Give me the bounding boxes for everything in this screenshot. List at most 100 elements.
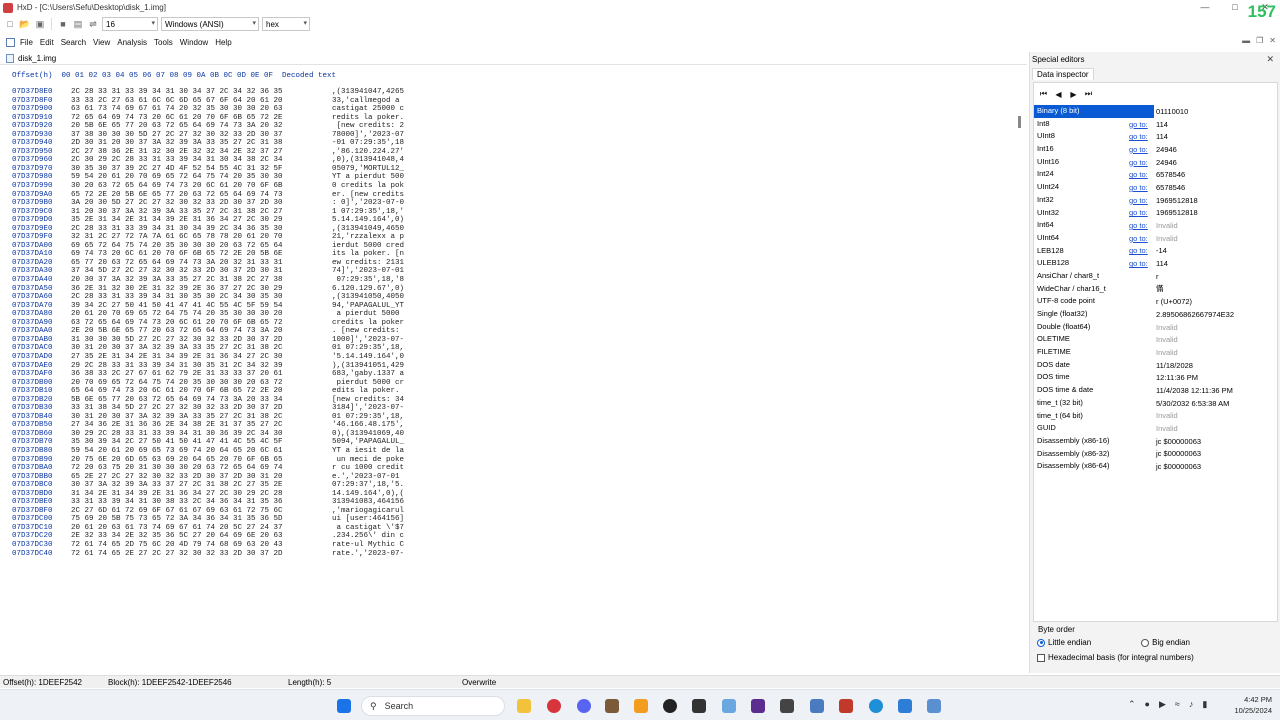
pages-icon[interactable]: ▤ [72, 18, 84, 30]
goto-link[interactable]: go to: [1129, 170, 1148, 179]
sublime-icon[interactable] [634, 699, 648, 713]
inspector-row[interactable]: time_t (64 bit) Invalid [1034, 410, 1277, 423]
save-icon[interactable]: ▣ [34, 18, 46, 30]
next-icon[interactable]: ▶ [1068, 90, 1079, 99]
inspector-row[interactable]: Int24 go to: 6578546 [1034, 168, 1277, 181]
menu-window[interactable]: Window [180, 38, 208, 47]
inspector-value[interactable]: 114 [1156, 132, 1168, 141]
inspector-value[interactable]: 6578546 [1156, 170, 1185, 179]
menu-tools[interactable]: Tools [154, 38, 173, 47]
goto-link[interactable]: go to: [1129, 208, 1148, 217]
inspector-row[interactable]: OLETIME Invalid [1034, 333, 1277, 346]
taskbar-search[interactable]: ⚲ Search [361, 696, 505, 716]
volume-icon[interactable]: ♪ [1189, 699, 1194, 710]
goto-link[interactable]: go to: [1129, 246, 1148, 255]
tab-disk-img[interactable]: disk_1.img [6, 53, 56, 63]
inspector-row[interactable]: Disassembly (x86-64) jc $00000063 [1034, 460, 1277, 473]
inspector-value[interactable]: 慲 [1156, 283, 1164, 294]
inspector-value[interactable]: 1969512818 [1156, 208, 1198, 217]
calculator-icon[interactable] [927, 699, 941, 713]
inspector-value[interactable]: 5/30/2032 6:53:38 AM [1156, 399, 1229, 408]
discord-icon[interactable] [577, 699, 591, 713]
hxd-taskbar-icon[interactable] [839, 699, 853, 713]
inspector-row[interactable]: DOS date 11/18/2028 [1034, 359, 1277, 372]
inspector-row[interactable]: AnsiChar / char8_t r [1034, 270, 1277, 283]
start-windows-icon[interactable] [337, 699, 351, 713]
inspector-value[interactable]: 11/4/2038 12:11:36 PM [1156, 386, 1233, 395]
minimize-button[interactable]: — [1190, 0, 1220, 15]
inspector-value[interactable]: Invalid [1156, 348, 1178, 357]
inspector-value[interactable]: 2.89506862667974E32 [1156, 310, 1234, 319]
microphone-icon[interactable]: ● [1145, 699, 1150, 710]
monitor-icon[interactable] [810, 699, 824, 713]
first-icon[interactable]: ⏮ [1038, 89, 1049, 99]
inspector-value[interactable]: r [1156, 272, 1159, 281]
file-explorer-icon[interactable] [517, 699, 531, 713]
image-viewer-icon[interactable] [722, 699, 736, 713]
inspector-value[interactable]: Invalid [1156, 424, 1178, 433]
inspector-row[interactable]: Disassembly (x86-16) jc $00000063 [1034, 435, 1277, 448]
inspector-value[interactable]: jc $00000063 [1156, 437, 1201, 446]
menu-search[interactable]: Search [61, 38, 86, 47]
inspector-row[interactable]: Disassembly (x86-32) jc $00000063 [1034, 448, 1277, 461]
inspector-value[interactable]: Invalid [1156, 323, 1178, 332]
inspector-value[interactable]: 24946 [1156, 145, 1177, 154]
game-icon[interactable] [605, 699, 619, 713]
inspector-row[interactable]: Int32 go to: 1969512818 [1034, 194, 1277, 207]
inspector-value[interactable]: 24946 [1156, 158, 1177, 167]
close-panel-icon[interactable]: ✕ [1266, 54, 1274, 65]
inspector-value[interactable]: r (U+0072) [1156, 297, 1192, 306]
inspector-value[interactable]: 01110010 [1156, 107, 1188, 116]
hex-editor-view[interactable]: Offset(h) 00 01 02 03 04 05 06 07 08 09 … [0, 68, 1025, 673]
goto-link[interactable]: go to: [1129, 145, 1148, 154]
inspector-value[interactable]: Invalid [1156, 221, 1178, 230]
menu-view[interactable]: View [93, 38, 110, 47]
inspector-row[interactable]: Int16 go to: 24946 [1034, 143, 1277, 156]
goto-link[interactable]: go to: [1129, 196, 1148, 205]
goto-link[interactable]: go to: [1129, 221, 1148, 230]
menu-help[interactable]: Help [215, 38, 231, 47]
inspector-value[interactable]: jc $00000063 [1156, 449, 1201, 458]
inspector-row[interactable]: UTF-8 code point r (U+0072) [1034, 295, 1277, 308]
charset-select[interactable]: Windows (ANSI) ▾ [161, 17, 259, 31]
goto-link[interactable]: go to: [1129, 132, 1148, 141]
menu-file[interactable]: File [20, 38, 33, 47]
new-file-icon[interactable]: □ [4, 18, 16, 30]
inspector-row[interactable]: FILETIME Invalid [1034, 346, 1277, 359]
inspector-row[interactable]: Single (float32) 2.89506862667974E32 [1034, 308, 1277, 321]
goto-link[interactable]: go to: [1129, 120, 1148, 129]
chevron-up-icon[interactable]: ⌃ [1128, 699, 1136, 710]
inspector-row[interactable]: DOS time & date 11/4/2038 12:11:36 PM [1034, 384, 1277, 397]
previous-icon[interactable]: ◀ [1053, 90, 1064, 99]
inspector-value[interactable]: Invalid [1156, 335, 1178, 344]
open-folder-icon[interactable]: 📂 [19, 18, 31, 30]
github-icon[interactable] [663, 699, 677, 713]
inspector-value[interactable]: 6578546 [1156, 183, 1185, 192]
inspector-value[interactable]: 11/18/2028 [1156, 361, 1193, 370]
mdi-close-button[interactable]: ✕ [1269, 36, 1276, 45]
battery-icon[interactable]: ▮ [1202, 699, 1207, 710]
stop-icon[interactable]: ■ [57, 18, 69, 30]
mdi-minimize-button[interactable]: ▬ [1242, 36, 1250, 45]
edge-icon[interactable] [869, 699, 883, 713]
inspector-row[interactable]: UInt32 go to: 1969512818 [1034, 207, 1277, 220]
goto-link[interactable]: go to: [1129, 259, 1148, 268]
cmd-icon[interactable] [780, 699, 794, 713]
tab-data-inspector[interactable]: Data inspector [1032, 68, 1094, 80]
little-endian-radio[interactable]: Little endian [1037, 638, 1091, 647]
inspector-row[interactable]: time_t (32 bit) 5/30/2032 6:53:38 AM [1034, 397, 1277, 410]
wifi-icon[interactable]: ≈ [1175, 699, 1180, 710]
hex-basis-checkbox[interactable]: Hexadecimal basis (for integral numbers) [1033, 653, 1278, 662]
inspector-row[interactable]: LEB128 go to: -14 [1034, 245, 1277, 258]
inspector-row[interactable]: ULEB128 go to: 114 [1034, 257, 1277, 270]
opera-icon[interactable] [547, 699, 561, 713]
big-endian-radio[interactable]: Big endian [1141, 638, 1190, 647]
inspector-row[interactable]: Int64 go to: Invalid [1034, 219, 1277, 232]
bytes-per-row-select[interactable]: 16 ▾ [102, 17, 158, 31]
inspector-value[interactable]: Invalid [1156, 234, 1178, 243]
mdi-restore-button[interactable]: ❐ [1256, 36, 1263, 45]
stream-icon[interactable]: ▶ [1159, 699, 1166, 710]
inspector-value[interactable]: -14 [1156, 246, 1167, 255]
status-mode[interactable]: Overwrite [462, 678, 496, 687]
inspector-row[interactable]: Double (float64) Invalid [1034, 321, 1277, 334]
